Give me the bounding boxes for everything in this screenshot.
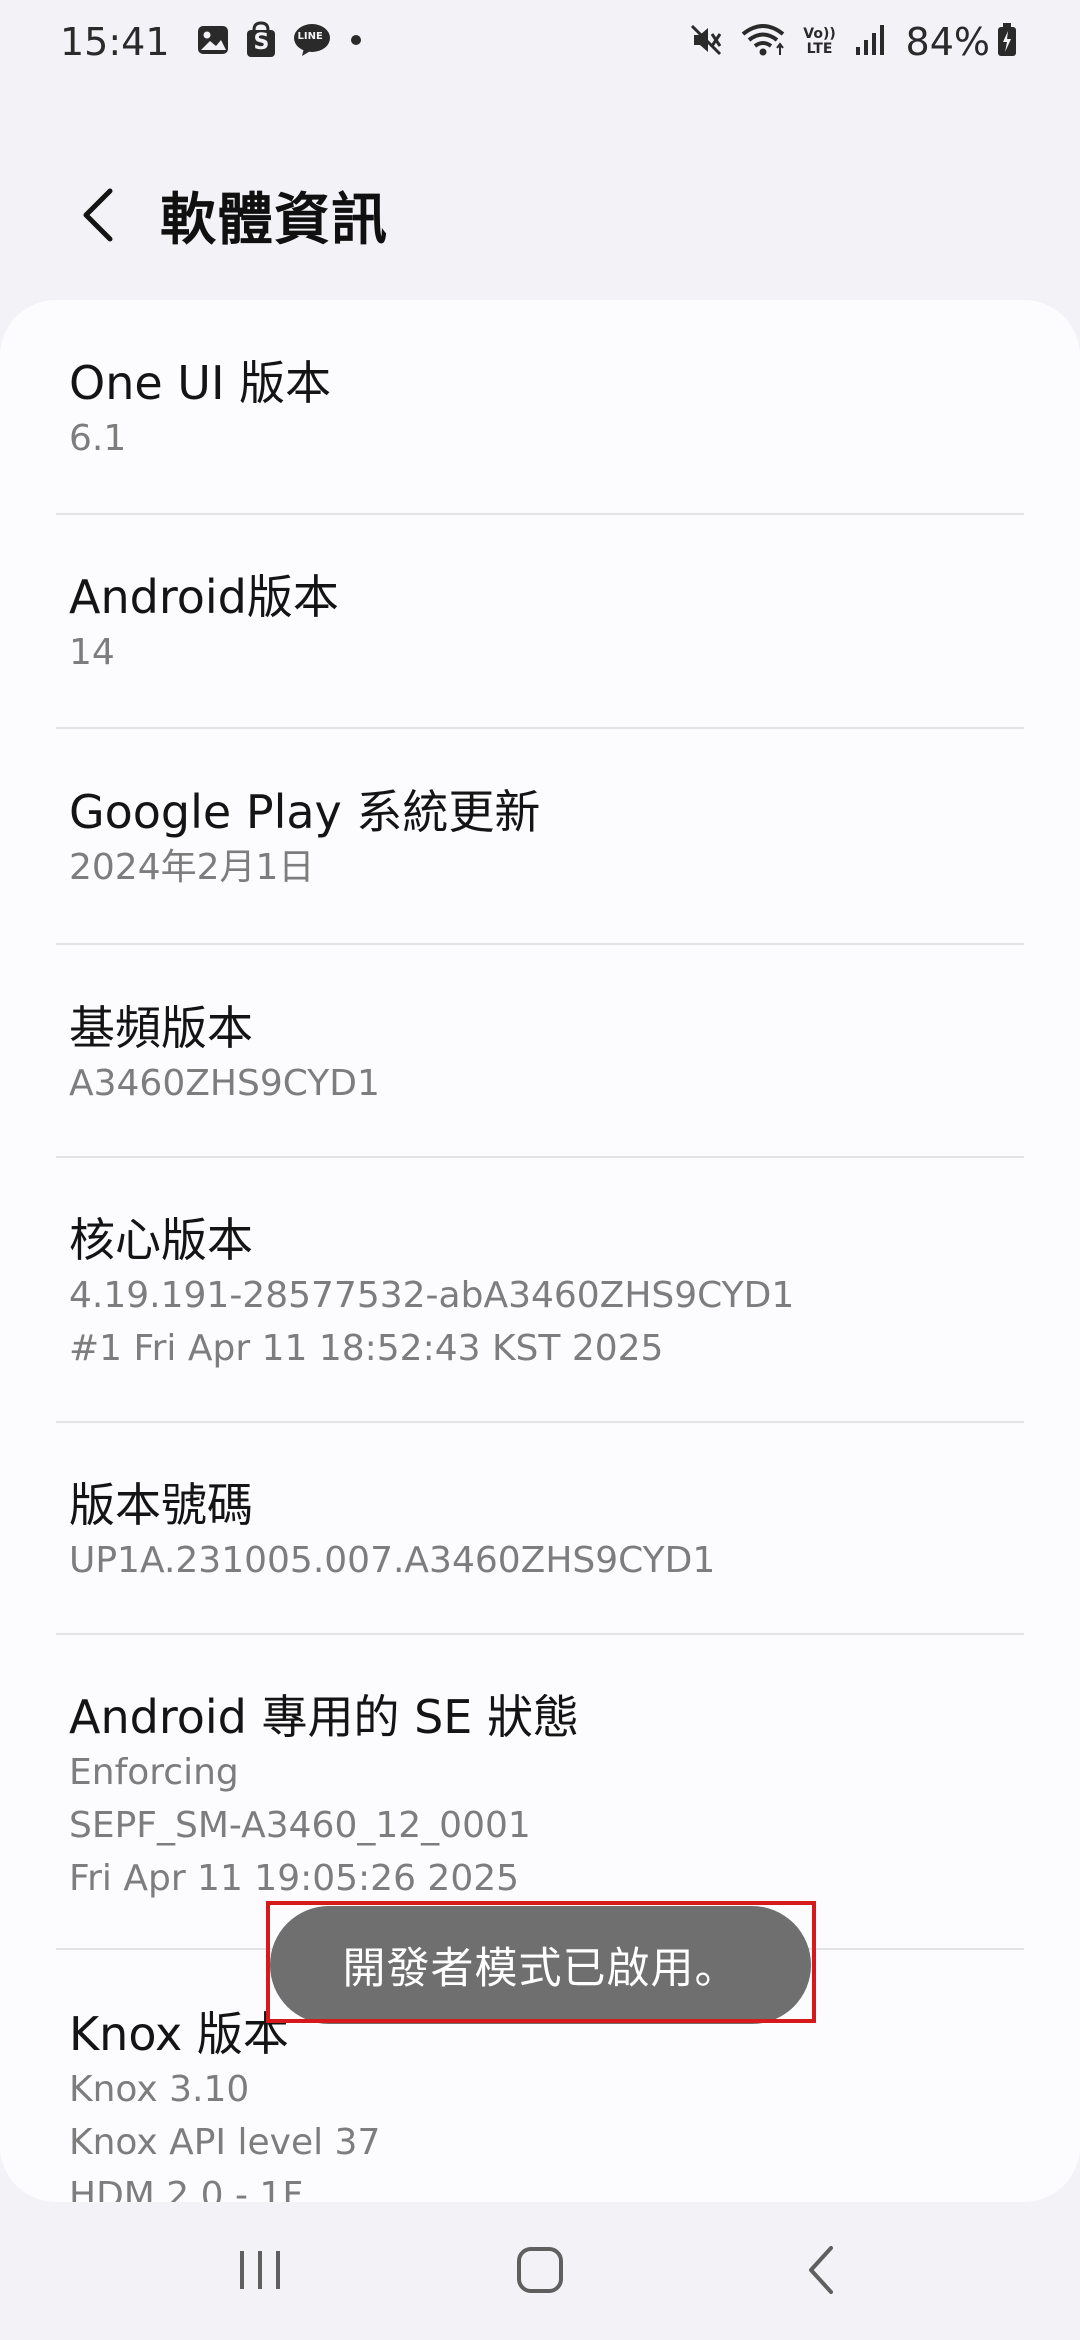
nav-back-button[interactable] [765, 2220, 875, 2320]
divider [56, 1633, 1024, 1635]
shop-icon: S [244, 21, 278, 63]
list-item-title: 基頻版本 [69, 1001, 253, 1055]
divider [56, 727, 1024, 729]
battery-icon [996, 22, 1018, 62]
battery-percent: 84% [905, 20, 990, 64]
status-bar: 15:41 S LINE Vo)) LTE 84% [0, 0, 1080, 84]
list-item-baseband[interactable]: 基頻版本 A3460ZHS9CYD1 [56, 999, 1024, 1110]
list-item-knox[interactable]: Knox 版本 Knox 3.10 Knox API level 37 HDM … [56, 2005, 1024, 2202]
home-button[interactable] [485, 2220, 595, 2320]
list-item-google-play-update[interactable]: Google Play 系統更新 2024年2月1日 [56, 783, 1024, 894]
list-item-title: Google Play 系統更新 [69, 785, 541, 839]
divider [56, 1156, 1024, 1158]
list-item-value: A3460ZHS9CYD1 [69, 1063, 380, 1104]
list-item-se-status[interactable]: Android 專用的 SE 狀態 Enforcing SEPF_SM-A346… [56, 1688, 1024, 1905]
navigation-bar [0, 2200, 1080, 2340]
list-item-kernel[interactable]: 核心版本 4.19.191-28577532-abA3460ZHS9CYD1 #… [56, 1211, 1024, 1375]
dot-icon [346, 30, 366, 54]
wifi-icon [740, 22, 786, 62]
recents-icon [240, 2251, 280, 2289]
line-icon: LINE [292, 22, 332, 62]
volte-icon: Vo)) LTE [802, 27, 838, 57]
list-item-value: Knox API level 37 [69, 2122, 381, 2163]
list-item-value: Fri Apr 11 19:05:26 2025 [69, 1858, 520, 1899]
list-item-value: Knox 3.10 [69, 2069, 250, 2110]
list-item-one-ui[interactable]: One UI 版本 6.1 [56, 354, 1024, 465]
back-icon [809, 2246, 833, 2294]
chevron-left-icon [83, 188, 113, 242]
list-item-title: Android版本 [69, 570, 339, 624]
status-bar-right: Vo)) LTE 84% [682, 20, 1028, 64]
recents-button[interactable] [205, 2220, 315, 2320]
list-item-android-version[interactable]: Android版本 14 [56, 568, 1024, 679]
list-item-value: HDM 2.0 - 1F [69, 2175, 304, 2202]
list-item-value: Enforcing [69, 1752, 239, 1793]
app-bar: 軟體資訊 [0, 150, 1080, 280]
list-item-value: 4.19.191-28577532-abA3460ZHS9CYD1 [69, 1275, 795, 1316]
divider [56, 513, 1024, 515]
list-item-title: 核心版本 [69, 1213, 253, 1267]
list-item-value: 14 [69, 632, 115, 673]
shop-icon-letter: S [253, 30, 270, 55]
mute-icon [688, 22, 724, 62]
toast-message: 開發者模式已啟用。 [270, 1906, 811, 2024]
signal-icon [854, 23, 888, 61]
list-item-title: 版本號碼 [69, 1478, 253, 1532]
status-bar-left: 15:41 S LINE [60, 20, 380, 64]
status-time: 15:41 [60, 20, 170, 64]
list-item-value: SEPF_SM-A3460_12_0001 [69, 1805, 531, 1846]
list-item-title: Android 專用的 SE 狀態 [69, 1690, 579, 1744]
page-title: 軟體資訊 [160, 187, 388, 253]
list-item-value: UP1A.231005.007.A3460ZHS9CYD1 [69, 1540, 716, 1581]
line-icon-text: LINE [297, 31, 323, 42]
list-item-value: 2024年2月1日 [69, 847, 315, 888]
list-item-build-number[interactable]: 版本號碼 UP1A.231005.007.A3460ZHS9CYD1 [56, 1476, 1024, 1587]
list-item-value: #1 Fri Apr 11 18:52:43 KST 2025 [69, 1328, 664, 1369]
volte-text: Vo)) LTE [803, 26, 836, 57]
divider [56, 1421, 1024, 1423]
divider [56, 943, 1024, 945]
home-icon [517, 2247, 563, 2293]
list-item-title: One UI 版本 [69, 356, 332, 410]
gallery-icon [196, 23, 230, 61]
list-item-value: 6.1 [69, 418, 127, 459]
back-button[interactable] [58, 175, 138, 255]
